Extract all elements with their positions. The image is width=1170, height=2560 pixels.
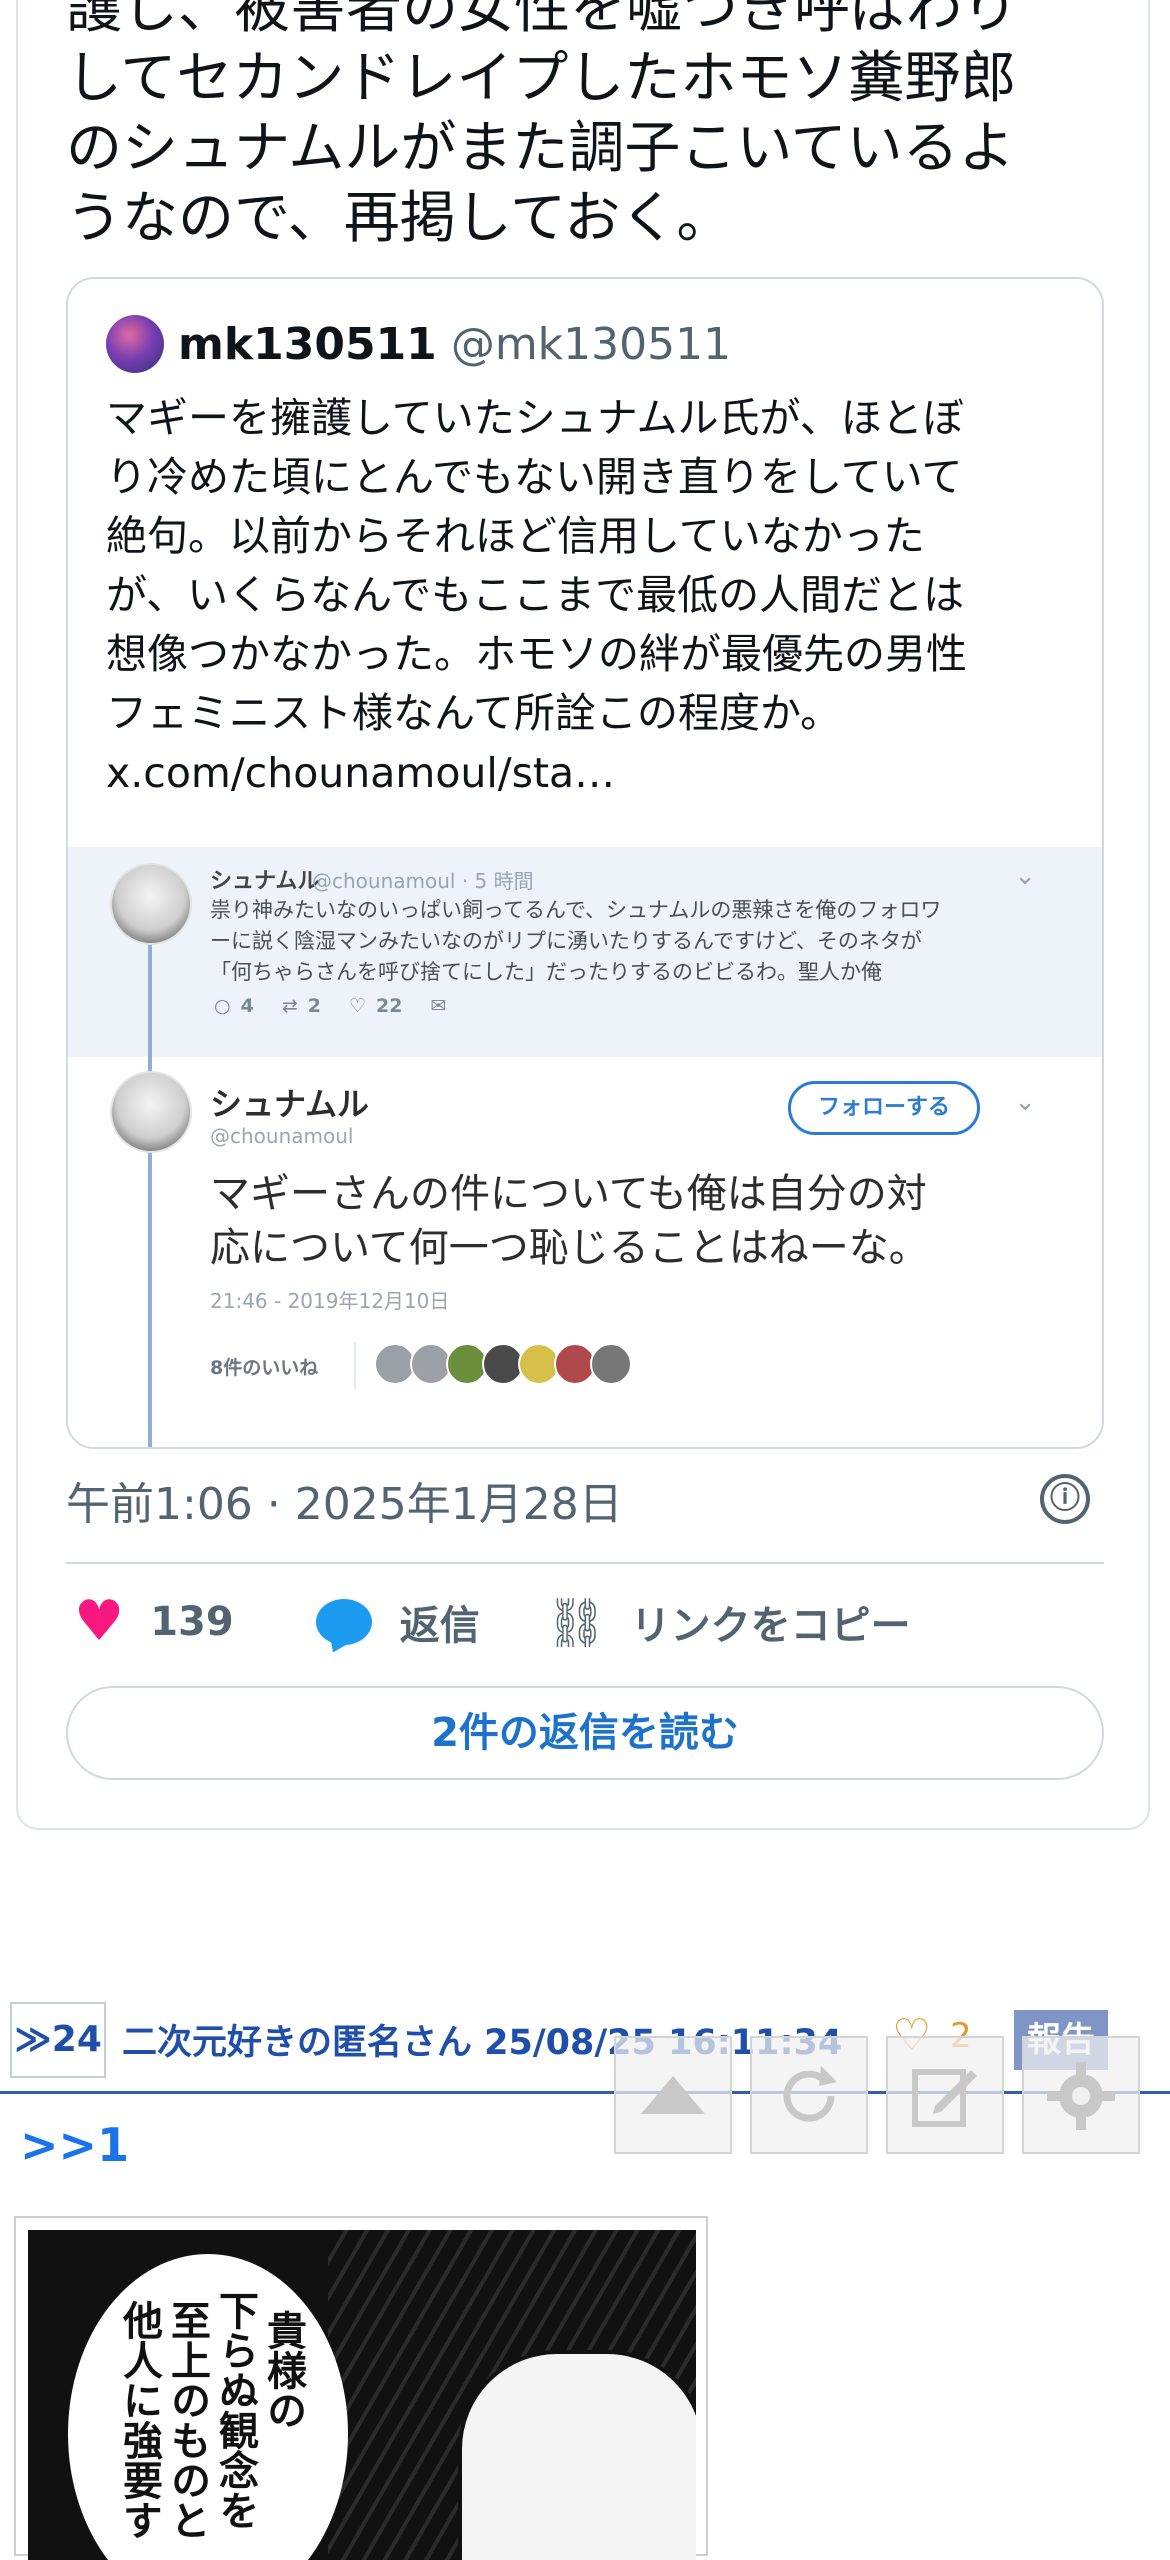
reload-button[interactable] — [750, 2036, 868, 2154]
liker-avatars — [374, 1343, 633, 1389]
retweet-icon: ⇄ 2 — [281, 995, 321, 1017]
manga-text: 下らぬ観念を — [212, 2290, 259, 2530]
quote-link[interactable]: x.com/chounamoul/sta… — [106, 749, 615, 797]
screenshot-likes-row: 8件のいいね — [210, 1343, 633, 1389]
link-icon[interactable]: ⛓ — [546, 1594, 607, 1651]
manga-text: 他人に強要す — [116, 2300, 163, 2540]
screenshot-like-count: 22 — [376, 995, 403, 1017]
screenshot-avatar — [110, 1071, 192, 1153]
quote-text: マギーを擁護していたシュナムル氏が、ほとぼ り冷めた頃にとんでもない開き直りをし… — [106, 394, 967, 737]
triangle-up-icon — [641, 2076, 705, 2114]
chevron-down-icon: ⌄ — [1014, 1087, 1036, 1117]
info-icon[interactable]: ⓘ — [1040, 1474, 1090, 1524]
quote-display-name[interactable]: mk130511 — [178, 319, 437, 370]
screenshot-avatar — [110, 863, 192, 945]
post-number-button[interactable]: ≫24 — [10, 2002, 106, 2078]
compose-button[interactable] — [886, 2036, 1004, 2154]
screenshot-likes-label: 8件のいいね — [210, 1356, 319, 1379]
heart-outline-icon: ♡ 22 — [348, 995, 403, 1017]
reply-button[interactable]: 返信 — [400, 1593, 480, 1651]
read-replies-button[interactable]: 2件の返信を読む — [66, 1686, 1104, 1780]
quote-header: mk130511 @mk130511 — [106, 315, 731, 373]
screenshot-reply-count: 4 — [240, 995, 254, 1017]
quote-avatar[interactable] — [106, 315, 164, 373]
character-figure — [458, 2350, 696, 2560]
screenshot-reply-meta: @chounamoul · 5 時間 — [312, 869, 534, 893]
screenshot-reply-text: 祟り神みたいなのいっぱい飼ってるんで、シュナムルの悪辣さを俺のフォロワ ーに説く… — [210, 898, 942, 984]
post-author-date: 二次元好きの匿名さん 25/08/25 16:11:34 — [122, 2023, 843, 2063]
screenshot-main-name: シュナムル — [210, 1085, 370, 1123]
reply-anchor-link[interactable]: >>1 — [20, 2118, 129, 2172]
thread-line — [148, 942, 152, 1447]
like-count[interactable]: 139 — [150, 1599, 234, 1645]
copy-link-button[interactable]: リンクをコピー — [631, 1593, 911, 1651]
gear-icon — [1047, 2062, 1115, 2130]
scroll-top-button[interactable] — [614, 2036, 732, 2154]
screenshot-follow-button: フォローする — [788, 1081, 980, 1135]
reload-icon — [783, 2066, 837, 2122]
reply-bubble-icon[interactable] — [315, 1599, 372, 1645]
manga-text: 貴様の — [260, 2310, 307, 2430]
mail-icon: ✉ — [430, 995, 447, 1017]
quoted-screenshot-image: シュナムル @chounamoul · 5 時間 ⌄ 祟り神みたいなのいっぱい飼… — [68, 847, 1102, 1447]
post-image[interactable]: 貴様の 下らぬ観念を 至上のものと 他人に強要す — [14, 2216, 708, 2560]
divider — [354, 1343, 357, 1389]
manga-panel-image: 貴様の 下らぬ観念を 至上のものと 他人に強要す — [28, 2230, 696, 2560]
quote-handle[interactable]: @mk130511 — [451, 319, 731, 370]
manga-text: 至上のものと — [164, 2300, 211, 2540]
quote-tweet[interactable]: mk130511 @mk130511 マギーを擁護していたシュナムル氏が、ほとぼ… — [66, 277, 1104, 1449]
settings-button[interactable] — [1022, 2036, 1140, 2154]
reply-icon: ○ 4 — [214, 995, 254, 1017]
tweet-text: 護し、被害者の女性を嘘つき呼ばわり してセカンドレイプしたホモソ糞野郎 のシュナ… — [66, 0, 1018, 251]
tweet-actions: ♥ 139 返信 ⛓ リンクをコピー — [74, 1592, 911, 1652]
screenshot-main-handle: @chounamoul — [210, 1124, 354, 1148]
screenshot-main-text: マギーさんの件についても俺は自分の対 応について何一つ恥じることはねーな。 — [210, 1171, 929, 1271]
screenshot-reply-name: シュナムル — [210, 869, 320, 894]
screenshot-date: 21:46 - 2019年12月10日 — [210, 1289, 450, 1313]
heart-icon[interactable]: ♥ — [74, 1592, 124, 1652]
tweet-timestamp[interactable]: 午前1:06 · 2025年1月28日 — [66, 1468, 623, 1532]
screenshot-actions: ○ 4 ⇄ 2 ♡ 22 ✉ — [214, 995, 446, 1017]
divider — [66, 1562, 1104, 1564]
chevron-down-icon: ⌄ — [1014, 861, 1036, 891]
edit-icon — [912, 2069, 977, 2127]
screenshot-rt-count: 2 — [307, 995, 321, 1017]
